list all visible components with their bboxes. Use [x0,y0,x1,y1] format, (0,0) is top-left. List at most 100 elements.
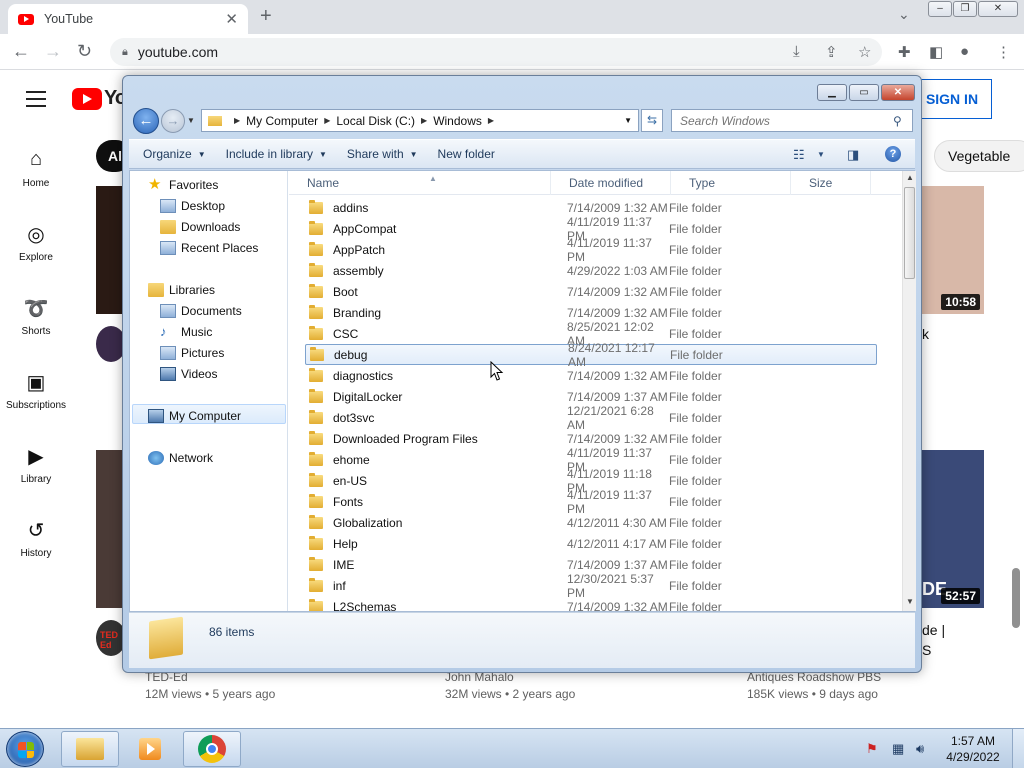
tab-search-chevron-icon[interactable]: ⌄ [898,6,910,23]
search-icon[interactable]: ⚲ [893,114,902,128]
scroll-up-icon[interactable]: ▲ [906,173,914,182]
taskbar-explorer[interactable] [61,731,119,767]
nav-network[interactable]: Network [148,448,213,468]
file-type: File folder [669,452,722,467]
volume-icon[interactable]: 🔊︎ [916,741,924,757]
breadcrumb-separator-icon[interactable]: ▶ [421,116,427,125]
change-view-icon[interactable]: ☷ [793,147,805,163]
breadcrumb-my-computer[interactable]: My Computer [246,114,318,128]
minimize-button[interactable]: – [928,1,952,17]
file-row[interactable]: L2Schemas 7/14/2009 1:32 AM File folder [305,596,877,611]
sidebar-item-shorts[interactable]: ➰ Shorts [0,288,72,362]
sidebar-item-home[interactable]: ⌂ Home [0,140,72,214]
sign-in-button[interactable]: SIGN IN [912,79,992,119]
nav-my-computer[interactable]: My Computer [148,406,241,426]
nav-libraries[interactable]: Libraries [148,280,215,300]
share-with-button[interactable]: Share with ▼ [347,147,418,161]
address-bar[interactable]: 🔒︎ youtube.com [110,38,882,66]
page-scrollbar[interactable] [1012,568,1020,628]
hamburger-menu-icon[interactable] [26,91,46,112]
file-row[interactable]: AppPatch 4/11/2019 11:37 PM File folder [305,236,877,264]
file-row[interactable]: diagnostics 7/14/2009 1:32 AM File folder [305,365,877,386]
breadcrumb-separator-icon[interactable]: ▶ [324,116,330,125]
column-header-size[interactable]: Size [791,171,871,195]
file-row[interactable]: Boot 7/14/2009 1:32 AM File folder [305,281,877,302]
column-header-date[interactable]: Date modified [551,171,671,195]
breadcrumb-separator-icon[interactable]: ▶ [234,116,240,125]
video-title-fragment[interactable]: S [922,642,931,658]
video-thumbnail[interactable]: 10:58 [920,186,984,314]
action-center-icon[interactable]: ⚑ [866,741,878,757]
explorer-close-button[interactable]: ✕ [881,84,915,101]
close-window-button[interactable]: ✕ [978,1,1018,17]
show-desktop-button[interactable] [1012,729,1024,768]
nav-recent-places[interactable]: Recent Places [160,238,258,258]
nav-music[interactable]: ♪ Music [160,322,212,342]
tab-close-icon[interactable]: ✕ [225,10,238,28]
profile-icon[interactable]: ● [960,43,969,60]
youtube-logo-icon[interactable] [72,88,102,110]
nav-desktop[interactable]: Desktop [160,196,225,216]
back-icon[interactable]: ← [12,41,30,62]
file-row[interactable]: debug 8/24/2021 12:17 AM File folder [305,341,877,369]
start-button[interactable] [6,731,44,767]
file-list-scrollbar[interactable]: ▲ ▼ [902,171,916,611]
breadcrumb-separator-icon[interactable]: ▶ [488,116,494,125]
breadcrumb-local-disk[interactable]: Local Disk (C:) [336,114,415,128]
nav-pictures[interactable]: Pictures [160,343,224,363]
side-panel-icon[interactable]: ◧ [929,43,943,61]
share-icon[interactable]: ⇪ [825,43,838,61]
video-title-fragment[interactable]: de | [922,622,945,638]
recent-pages-dropdown-icon[interactable]: ▼ [187,116,195,125]
explorer-minimize-button[interactable]: ▁ [817,84,847,101]
scroll-down-icon[interactable]: ▼ [906,597,914,606]
include-in-library-button[interactable]: Include in library ▼ [226,147,327,161]
file-row[interactable]: dot3svc 12/21/2021 6:28 AM File folder [305,404,877,432]
network-tray-icon[interactable]: ▦ [892,741,904,757]
sidebar-item-library[interactable]: ▶ Library [0,436,72,510]
nav-documents[interactable]: Documents [160,301,242,321]
reload-icon[interactable]: ↻ [77,41,92,62]
taskbar-media-player[interactable] [121,731,179,767]
back-arrow-icon[interactable]: ← [133,108,159,134]
tab-youtube[interactable]: YouTube ✕ [8,4,248,34]
video-thumbnail[interactable]: DE 52:57 [920,450,984,608]
address-breadcrumb[interactable]: ▶ My Computer ▶ Local Disk (C:) ▶ Window… [201,109,639,132]
forward-arrow-icon[interactable]: → [161,109,185,133]
refresh-icon[interactable]: ⇆ [641,109,663,132]
restore-button[interactable]: ❐ [953,1,977,17]
file-row[interactable]: Fonts 4/11/2019 11:37 PM File folder [305,488,877,516]
taskbar-chrome[interactable] [183,731,241,767]
bookmark-star-icon[interactable]: ☆ [858,43,871,61]
search-input[interactable] [671,109,913,132]
nav-videos[interactable]: Videos [160,364,217,384]
sidebar-item-explore[interactable]: ◎ Explore [0,214,72,288]
breadcrumb-windows[interactable]: Windows [433,114,482,128]
chip-vegetables[interactable]: Vegetable [934,140,1024,172]
help-icon[interactable]: ? [885,146,901,162]
new-folder-button[interactable]: New folder [438,147,495,161]
extensions-icon[interactable]: ✚ [898,43,911,61]
view-options-dropdown-icon[interactable]: ▼ [817,150,825,159]
nav-favorites[interactable]: ★ Favorites [148,175,218,195]
scrollbar-thumb[interactable] [904,187,915,279]
organize-button[interactable]: Organize ▼ [143,147,206,161]
new-tab-button[interactable]: + [260,5,272,28]
video-title-fragment[interactable]: k [922,326,929,342]
file-row[interactable]: Help 4/12/2011 4:17 AM File folder [305,533,877,554]
sidebar-item-subscriptions[interactable]: ▣ Subscriptions [0,362,72,436]
menu-kebab-icon[interactable]: ⋮ [996,43,1011,61]
address-dropdown-icon[interactable]: ▼ [624,116,632,125]
sidebar-item-history[interactable]: ↺ History [0,510,72,584]
file-row[interactable]: assembly 4/29/2022 1:03 AM File folder [305,260,877,281]
nav-downloads[interactable]: Downloads [160,217,240,237]
install-app-icon[interactable]: ⤓ [793,43,800,60]
explorer-maximize-button[interactable]: ▭ [849,84,879,101]
file-row[interactable]: inf 12/30/2021 5:37 PM File folder [305,572,877,600]
forward-icon[interactable]: → [44,41,62,62]
column-header-name[interactable]: Name ▲ [289,171,551,195]
system-clock[interactable]: 1:57 AM 4/29/2022 [940,733,1006,765]
column-header-type[interactable]: Type [671,171,791,195]
preview-pane-icon[interactable]: ◨ [847,147,859,163]
file-row[interactable]: Globalization 4/12/2011 4:30 AM File folde… [305,512,877,533]
